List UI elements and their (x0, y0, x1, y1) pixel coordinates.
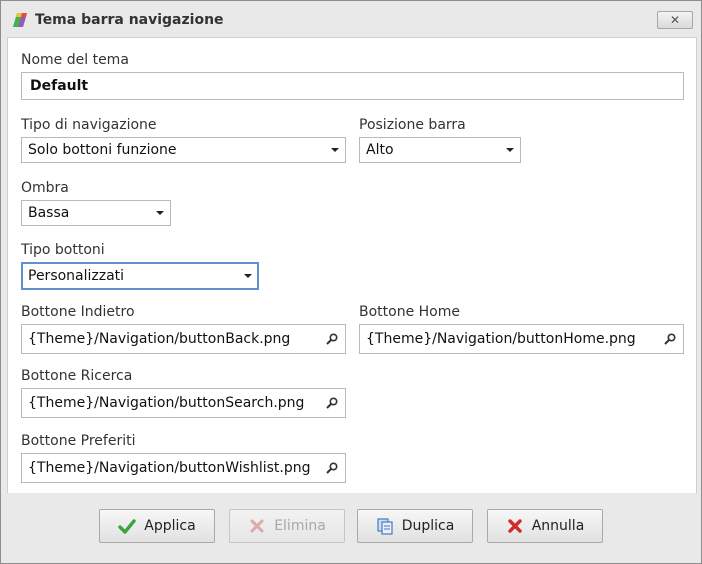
chevron-down-icon (156, 211, 164, 215)
apply-button[interactable]: Applica (99, 509, 215, 543)
dialog-window: Tema barra navigazione ✕ Nome del tema D… (0, 0, 702, 564)
shadow-select[interactable]: Bassa (21, 200, 171, 226)
chevron-down-icon (331, 148, 339, 152)
cancel-button[interactable]: Annulla (487, 509, 603, 543)
theme-name-label: Nome del tema (21, 52, 129, 68)
search-icon[interactable] (325, 396, 339, 410)
button-back-value: {Theme}/Navigation/buttonBack.png (28, 331, 291, 347)
button-back-input[interactable]: {Theme}/Navigation/buttonBack.png (21, 324, 346, 354)
button-wishlist-value: {Theme}/Navigation/buttonWishlist.png (28, 460, 311, 476)
search-icon[interactable] (663, 332, 677, 346)
copy-icon (377, 518, 393, 535)
dialog-footer: Applica Elimina Duplica Annulla (1, 493, 701, 563)
chevron-down-icon (506, 148, 514, 152)
bar-position-select[interactable]: Alto (359, 137, 521, 163)
x-icon (250, 519, 264, 533)
palette-icon (11, 11, 29, 29)
bar-position-value: Alto (366, 142, 394, 158)
button-home-input[interactable]: {Theme}/Navigation/buttonHome.png (359, 324, 684, 354)
button-wishlist-label: Bottone Preferiti (21, 433, 136, 449)
button-type-label: Tipo bottoni (21, 242, 105, 258)
apply-label: Applica (144, 518, 196, 534)
bar-position-label: Posizione barra (359, 117, 466, 133)
nav-type-value: Solo bottoni funzione (28, 142, 177, 158)
button-home-value: {Theme}/Navigation/buttonHome.png (366, 331, 636, 347)
cancel-label: Annulla (531, 518, 585, 534)
button-type-select[interactable]: Personalizzati (21, 262, 259, 290)
duplicate-label: Duplica (401, 518, 455, 534)
button-back-label: Bottone Indietro (21, 304, 135, 320)
x-icon (508, 519, 522, 533)
theme-name-value: Default (30, 78, 89, 94)
close-icon: ✕ (669, 13, 681, 27)
button-home-label: Bottone Home (359, 304, 460, 320)
button-wishlist-input[interactable]: {Theme}/Navigation/buttonWishlist.png (21, 453, 346, 483)
button-search-label: Bottone Ricerca (21, 368, 133, 384)
button-search-input[interactable]: {Theme}/Navigation/buttonSearch.png (21, 388, 346, 418)
delete-label: Elimina (274, 518, 326, 534)
delete-button[interactable]: Elimina (229, 509, 345, 543)
checkmark-icon (118, 519, 136, 534)
shadow-value: Bassa (28, 205, 70, 221)
nav-type-label: Tipo di navigazione (21, 117, 157, 133)
theme-name-input[interactable]: Default (21, 72, 684, 100)
form-panel: Nome del tema Default Tipo di navigazion… (7, 37, 697, 494)
nav-type-select[interactable]: Solo bottoni funzione (21, 137, 346, 163)
search-icon[interactable] (325, 461, 339, 475)
chevron-down-icon (244, 274, 252, 278)
button-type-value: Personalizzati (28, 268, 125, 284)
button-search-value: {Theme}/Navigation/buttonSearch.png (28, 395, 305, 411)
search-icon[interactable] (325, 332, 339, 346)
close-button[interactable]: ✕ (657, 11, 693, 29)
window-title: Tema barra navigazione (35, 12, 224, 28)
title-bar: Tema barra navigazione ✕ (1, 1, 701, 37)
shadow-label: Ombra (21, 180, 69, 196)
duplicate-button[interactable]: Duplica (357, 509, 473, 543)
